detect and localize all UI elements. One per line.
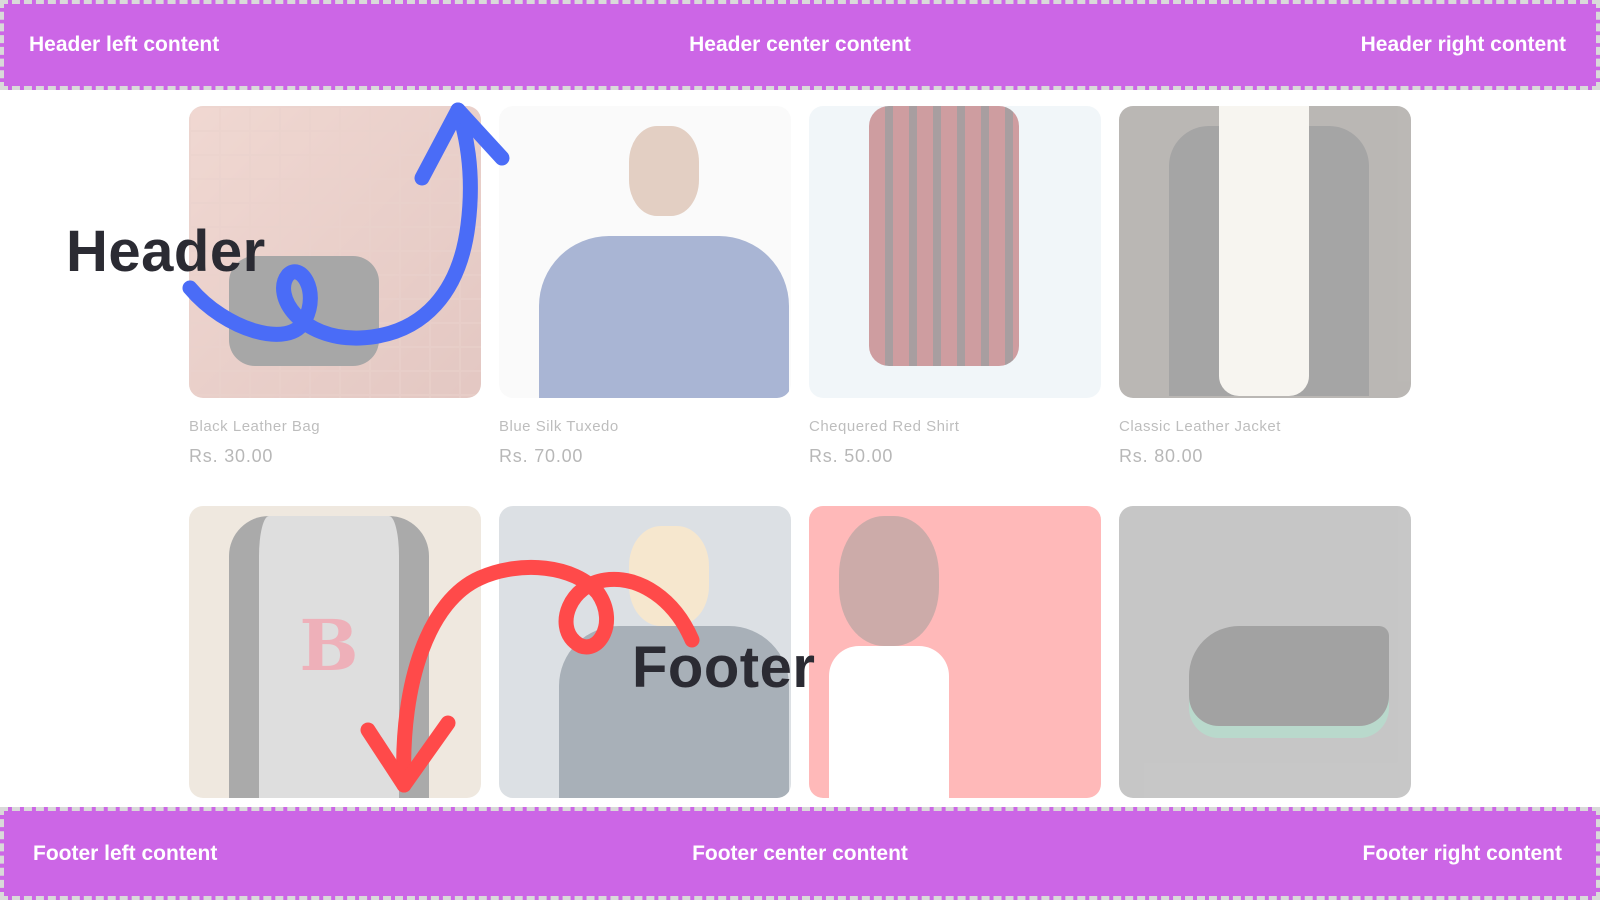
footer-center-content: Footer center content (692, 841, 908, 865)
footer-label: Footer (632, 635, 816, 700)
footer-bar: Footer left content Footer center conten… (0, 807, 1600, 900)
annotation-arrows (182, 102, 700, 793)
header-label: Header (66, 219, 266, 284)
footer-left-content: Footer left content (33, 841, 218, 865)
footer-right-content: Footer right content (1362, 841, 1562, 865)
